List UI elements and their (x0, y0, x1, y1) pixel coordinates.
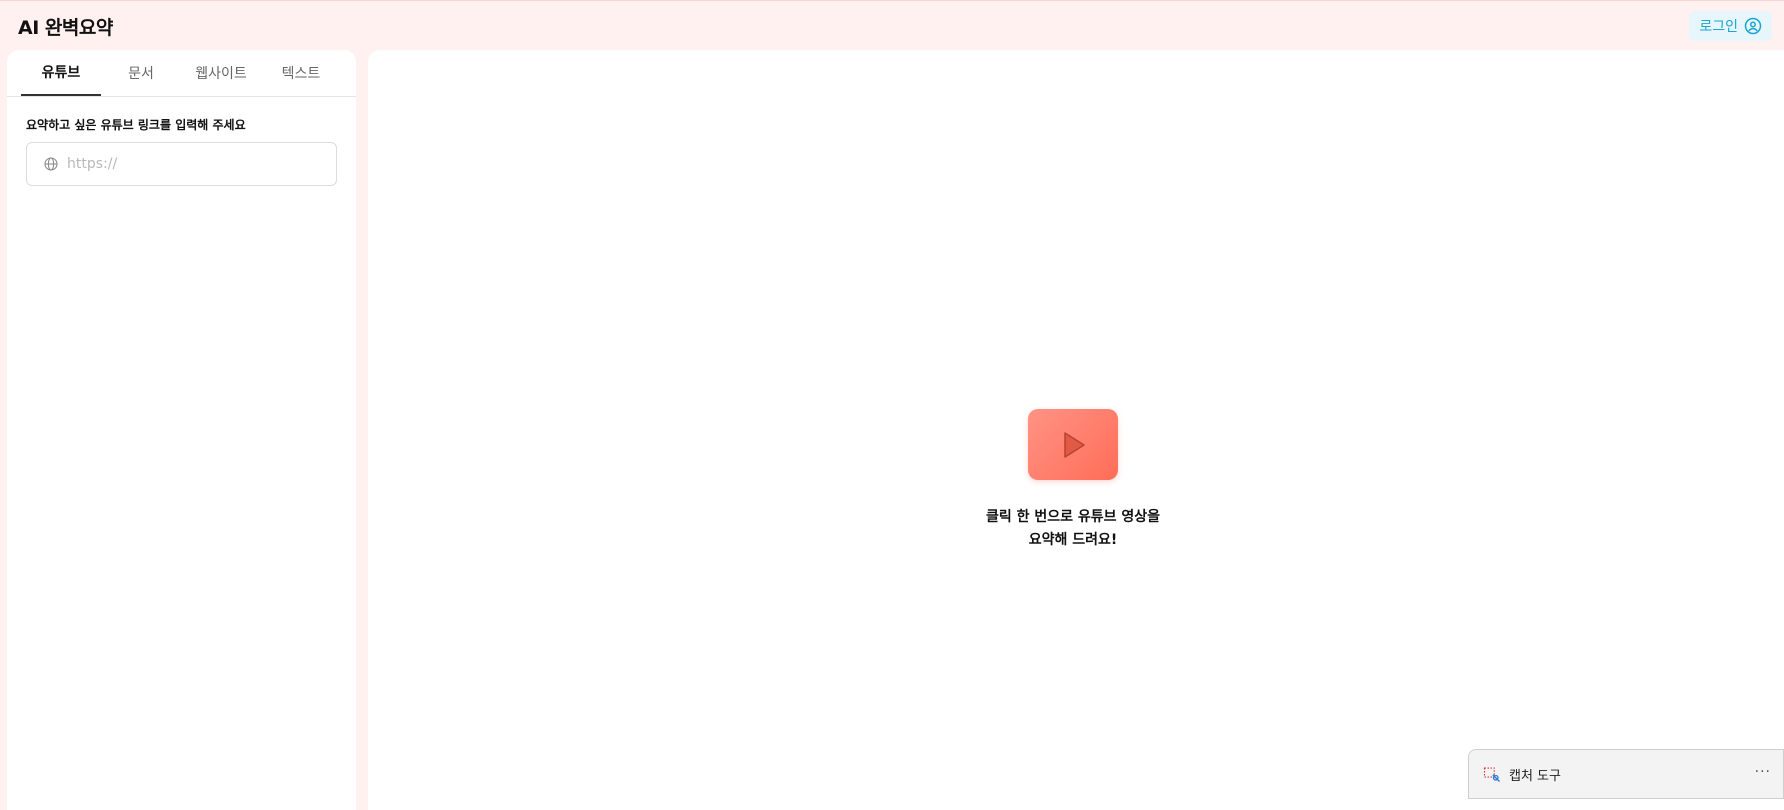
url-field[interactable] (26, 142, 337, 186)
youtube-url-input[interactable] (67, 156, 336, 172)
more-options-button[interactable]: ··· (1755, 764, 1771, 780)
empty-state-line1: 클릭 한 번으로 유튜브 영상을 (985, 509, 1161, 525)
capture-tool-label: 캡처 도구 (1509, 768, 1561, 784)
top-bar: AI 완벽요약 로그인 (0, 0, 1784, 50)
left-panel: 유튜브 문서 웹사이트 텍스트 요약하고 싶은 유튜브 링크를 입력해 주세요 (7, 50, 356, 810)
source-tabs: 유튜브 문서 웹사이트 텍스트 (7, 50, 356, 97)
tab-website[interactable]: 웹사이트 (181, 50, 261, 96)
empty-state-message: 클릭 한 번으로 유튜브 영상을 요약해 드려요! (948, 506, 1198, 552)
tab-text[interactable]: 텍스트 (261, 50, 341, 96)
tab-document[interactable]: 문서 (101, 50, 181, 96)
login-label: 로그인 (1699, 19, 1738, 35)
tab-youtube[interactable]: 유튜브 (21, 50, 101, 96)
user-circle-icon (1744, 17, 1762, 35)
youtube-link-label: 요약하고 싶은 유튜브 링크를 입력해 주세요 (26, 118, 246, 132)
empty-state-line2: 요약해 드려요! (1028, 532, 1118, 548)
snipping-tool-icon (1483, 767, 1500, 782)
capture-tool-toast[interactable]: 캡처 도구 ··· (1468, 749, 1784, 799)
youtube-play-card (1028, 409, 1118, 480)
app-title: AI 완벽요약 (18, 17, 113, 39)
play-icon (1064, 431, 1085, 458)
summary-panel: 클릭 한 번으로 유튜브 영상을 요약해 드려요! (368, 50, 1784, 810)
globe-icon (44, 157, 58, 171)
login-button[interactable]: 로그인 (1689, 11, 1772, 41)
